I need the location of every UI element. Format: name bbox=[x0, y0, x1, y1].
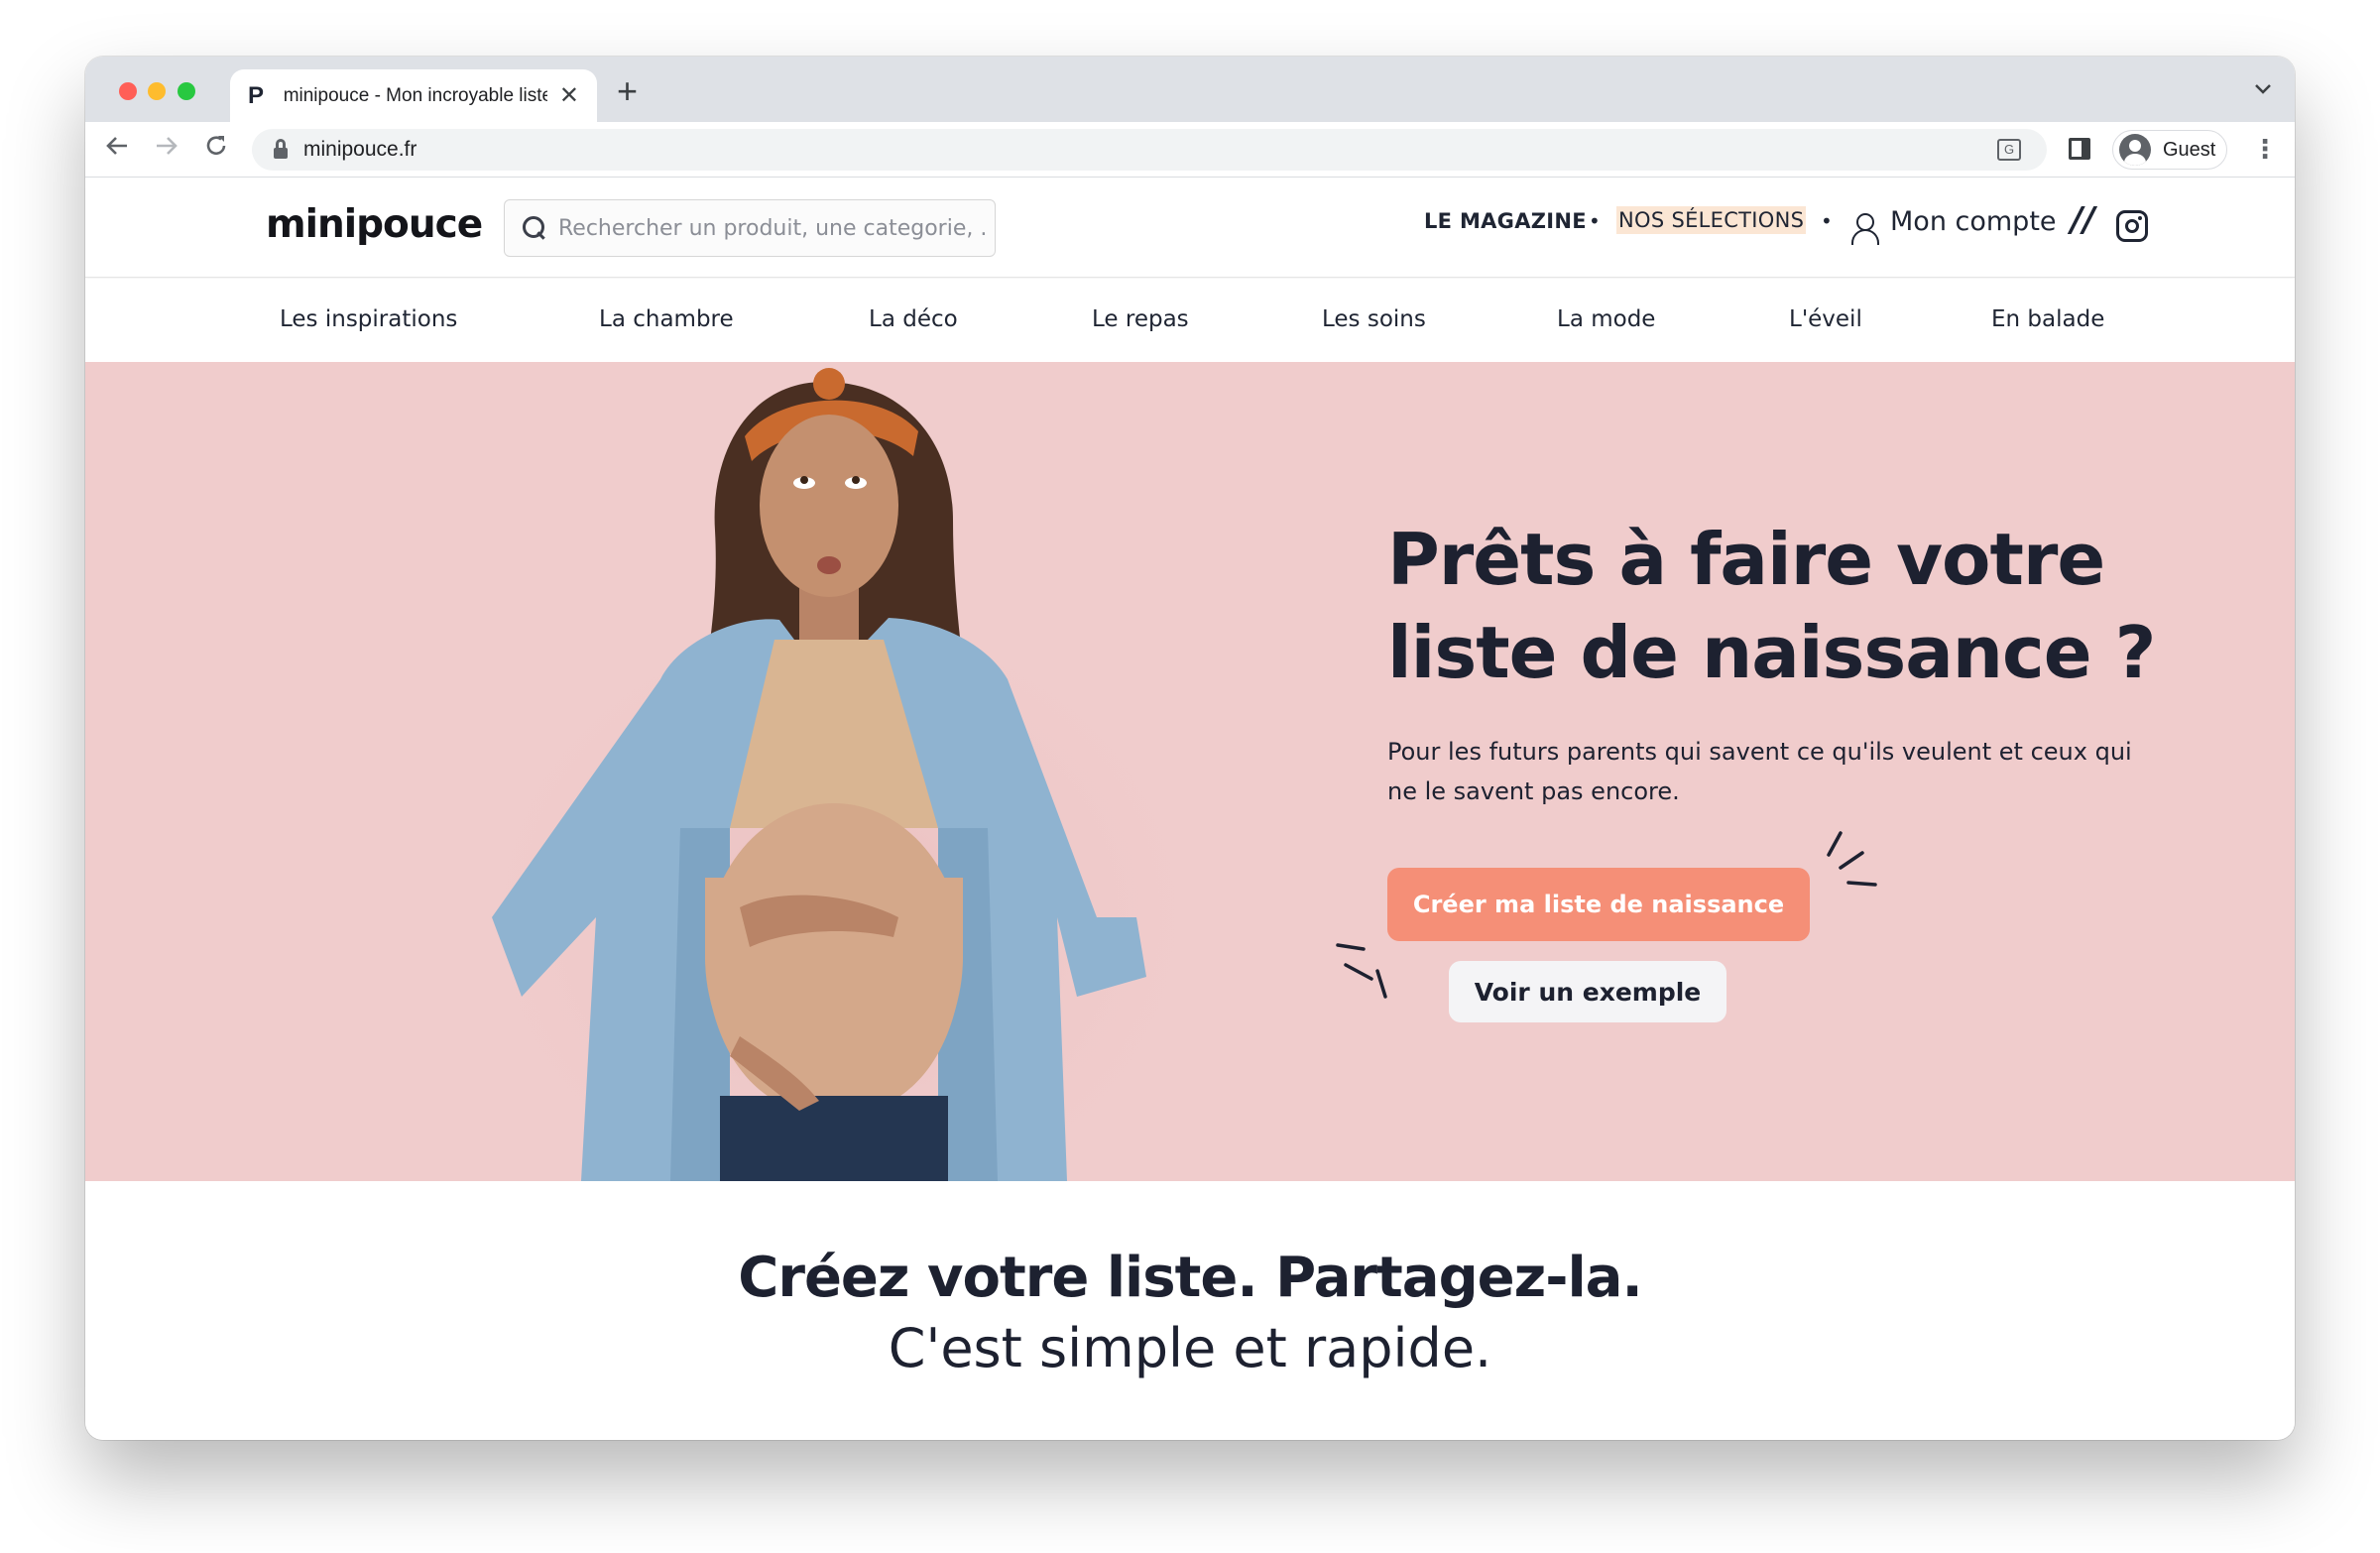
site-logo[interactable]: minipouce bbox=[266, 202, 483, 247]
spark-doodle-icon bbox=[1827, 831, 1877, 887]
category-link-chambre[interactable]: La chambre bbox=[599, 306, 734, 332]
address-bar[interactable]: minipouce.fr G bbox=[252, 129, 2047, 171]
hero-subtitle: Pour les futurs parents qui savent ce qu… bbox=[1387, 738, 2132, 805]
nav-link-selections[interactable]: NOS SÉLECTIONS bbox=[1616, 206, 1807, 234]
page-viewport: minipouce LE MAGAZINE • NOS SÉLECTIONS •… bbox=[85, 179, 2295, 1440]
search-input[interactable] bbox=[558, 210, 985, 246]
tab-search-chevron-icon[interactable] bbox=[2253, 78, 2273, 101]
hero-banner: Prêts à faire votre liste de naissance ?… bbox=[85, 362, 2295, 1181]
nav-link-magazine[interactable]: LE MAGAZINE bbox=[1424, 209, 1587, 233]
reload-icon[interactable] bbox=[202, 132, 230, 167]
favicon-icon: P bbox=[248, 81, 265, 109]
new-tab-button[interactable]: + bbox=[617, 70, 638, 112]
category-link-soins[interactable]: Les soins bbox=[1322, 306, 1426, 332]
decorative-slashes: // bbox=[2071, 200, 2095, 240]
create-list-button[interactable]: Créer ma liste de naissance bbox=[1387, 868, 1810, 941]
browser-menu-icon[interactable]: ⋮ bbox=[2252, 134, 2278, 165]
profile-label: Guest bbox=[2163, 138, 2216, 161]
account-link[interactable]: Mon compte bbox=[1890, 206, 2057, 237]
search-box[interactable] bbox=[504, 199, 996, 257]
instagram-icon[interactable] bbox=[2116, 210, 2148, 242]
url-text: minipouce.fr bbox=[303, 138, 417, 161]
category-link-inspirations[interactable]: Les inspirations bbox=[280, 306, 457, 332]
tab-strip: P minipouce - Mon incroyable liste ✕ + bbox=[85, 57, 2295, 122]
see-example-button[interactable]: Voir un exemple bbox=[1449, 961, 1726, 1022]
side-panel-icon[interactable] bbox=[2069, 138, 2090, 160]
profile-button[interactable]: Guest bbox=[2112, 130, 2227, 170]
category-link-repas[interactable]: Le repas bbox=[1092, 306, 1189, 332]
back-arrow-icon[interactable] bbox=[103, 132, 131, 167]
nav-separator: • bbox=[1821, 209, 1833, 233]
guest-avatar-icon bbox=[2119, 134, 2151, 166]
site-header: minipouce LE MAGAZINE • NOS SÉLECTIONS •… bbox=[85, 179, 2295, 278]
lock-icon bbox=[274, 139, 288, 159]
maximize-window-button[interactable] bbox=[178, 82, 195, 100]
forward-arrow-icon[interactable] bbox=[153, 132, 180, 167]
category-link-balade[interactable]: En balade bbox=[1991, 306, 2104, 332]
search-icon bbox=[523, 216, 546, 240]
category-link-eveil[interactable]: L'éveil bbox=[1789, 306, 1862, 332]
section-subheading: C'est simple et rapide. bbox=[888, 1317, 1492, 1379]
category-link-mode[interactable]: La mode bbox=[1557, 306, 1655, 332]
browser-window: P minipouce - Mon incroyable liste ✕ + m… bbox=[85, 57, 2295, 1440]
translate-icon[interactable]: G bbox=[1997, 139, 2021, 161]
nav-separator: • bbox=[1589, 209, 1601, 233]
category-nav: Les inspirations La chambre La déco Le r… bbox=[85, 279, 2295, 362]
spark-doodle-icon bbox=[1336, 943, 1387, 999]
tab-title: minipouce - Mon incroyable liste bbox=[283, 84, 547, 106]
active-tab[interactable]: P minipouce - Mon incroyable liste ✕ bbox=[230, 69, 597, 122]
close-tab-icon[interactable]: ✕ bbox=[559, 81, 579, 110]
minimize-window-button[interactable] bbox=[148, 82, 166, 100]
hero-title: Prêts à faire votre liste de naissance ? bbox=[1387, 518, 2156, 694]
close-window-button[interactable] bbox=[119, 82, 137, 100]
pregnant-woman-photo bbox=[422, 368, 1255, 1181]
account-icon[interactable] bbox=[1850, 213, 1879, 245]
section-heading: Créez votre liste. Partagez-la. bbox=[738, 1246, 1643, 1310]
browser-toolbar: minipouce.fr G Guest ⋮ bbox=[85, 122, 2295, 178]
category-link-deco[interactable]: La déco bbox=[869, 306, 958, 332]
